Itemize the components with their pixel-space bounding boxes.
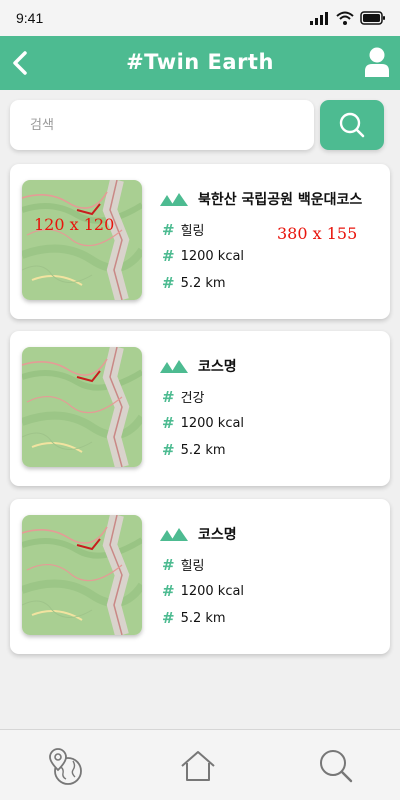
- hash-icon: #: [162, 414, 175, 432]
- hash-icon: #: [162, 220, 175, 239]
- course-title: 북한산 국립공원 백운대코스: [160, 189, 362, 209]
- course-map-thumbnail: [22, 515, 142, 635]
- bottom-nav: [0, 729, 400, 800]
- hash-icon: #: [162, 387, 175, 406]
- course-card[interactable]: 코스명 # 건강 # 1200 kcal # 5.2 km: [10, 331, 390, 486]
- map-pin-globe-icon: [49, 748, 82, 785]
- course-map-thumbnail: [22, 180, 142, 300]
- distance-text: 5.2 km: [180, 442, 226, 458]
- mountain-icon: [160, 528, 188, 541]
- app-title: #Twin Earth: [126, 50, 274, 74]
- tag-text: 힐링: [180, 224, 205, 239]
- course-name: 북한산 국립공원 백운대코스: [198, 192, 363, 208]
- course-calories: # 1200 kcal: [162, 414, 244, 432]
- profile-button[interactable]: [364, 46, 390, 78]
- search-input[interactable]: [10, 100, 314, 150]
- course-tag: # 힐링: [162, 220, 205, 240]
- course-distance: # 5.2 km: [162, 609, 226, 627]
- app-bar: #Twin Earth: [0, 36, 400, 90]
- map-image: [22, 347, 142, 467]
- course-calories: # 1200 kcal: [162, 247, 244, 265]
- hash-icon: #: [162, 247, 175, 265]
- hash-icon: #: [162, 582, 175, 600]
- course-tag: # 힐링: [162, 555, 205, 575]
- hash-icon: #: [162, 555, 175, 574]
- course-calories: # 1200 kcal: [162, 582, 244, 600]
- hash-icon: #: [162, 274, 175, 292]
- course-name: 코스명: [198, 359, 237, 375]
- nav-map-button[interactable]: [46, 746, 86, 786]
- course-tag: # 건강: [162, 387, 205, 407]
- signal-icon: [310, 11, 328, 25]
- tag-text: 건강: [180, 391, 205, 406]
- calories-text: 1200 kcal: [180, 583, 245, 599]
- course-name: 코스명: [198, 527, 237, 543]
- mountain-icon: [160, 360, 188, 373]
- thumbnail-size-annotation: 120 x 120: [34, 215, 115, 234]
- mountain-icon: [160, 193, 188, 206]
- distance-text: 5.2 km: [180, 610, 226, 626]
- status-icons: [310, 10, 386, 26]
- search-icon: [320, 750, 353, 783]
- wifi-icon: [336, 11, 354, 25]
- map-image: [22, 515, 142, 635]
- nav-home-button[interactable]: [178, 746, 218, 786]
- course-distance: # 5.2 km: [162, 274, 226, 292]
- hash-icon: #: [162, 441, 175, 459]
- course-map-thumbnail: [22, 347, 142, 467]
- calories-text: 1200 kcal: [180, 248, 245, 264]
- tag-text: 힐링: [180, 559, 205, 574]
- calories-text: 1200 kcal: [180, 415, 245, 431]
- course-title: 코스명: [160, 356, 237, 376]
- search-icon: [339, 112, 365, 138]
- map-image: [22, 180, 142, 300]
- course-card[interactable]: 120 x 120 북한산 국립공원 백운대코스 380 x 155 # 힐링 …: [10, 164, 390, 319]
- status-bar: 9:41: [0, 0, 400, 36]
- course-distance: # 5.2 km: [162, 441, 226, 459]
- course-card[interactable]: 코스명 # 힐링 # 1200 kcal # 5.2 km: [10, 499, 390, 654]
- search-button[interactable]: [320, 100, 384, 150]
- distance-text: 5.2 km: [180, 275, 226, 291]
- home-icon: [181, 751, 215, 781]
- user-icon: [365, 47, 389, 77]
- battery-icon: [360, 11, 385, 25]
- nav-search-button[interactable]: [316, 746, 356, 786]
- course-title: 코스명: [160, 524, 237, 544]
- status-time: 9:41: [16, 10, 44, 26]
- hash-icon: #: [162, 609, 175, 627]
- card-size-annotation: 380 x 155: [277, 224, 358, 243]
